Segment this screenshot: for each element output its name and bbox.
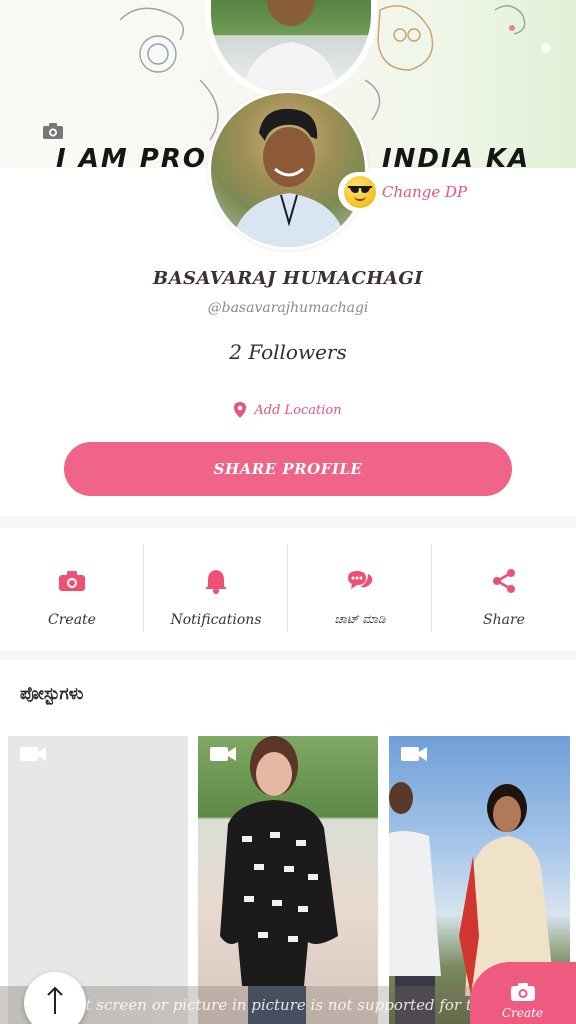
add-location-label: Add Location — [254, 402, 342, 418]
bell-icon — [205, 570, 227, 594]
cover-text-right: INDIA KA — [382, 144, 531, 168]
profile-name: BASAVARAJ HUMACHAGI — [152, 268, 424, 289]
video-icon — [20, 747, 46, 761]
split-screen-toast-text: Split screen or picture in picture is no… — [56, 996, 527, 1014]
change-dp-button[interactable]: Change DP — [338, 172, 518, 212]
profile-avatar[interactable] — [208, 90, 368, 250]
post-thumbnail[interactable] — [198, 736, 378, 1024]
section-divider — [0, 650, 576, 660]
cover-text-left: I AM PRO — [56, 144, 207, 168]
section-divider — [0, 516, 576, 528]
action-share-label: Share — [483, 612, 525, 628]
arrow-up-icon — [47, 986, 63, 1014]
chat-icon — [348, 571, 373, 589]
camera-icon — [511, 983, 535, 1001]
action-share[interactable]: Share — [432, 528, 576, 650]
camera-icon — [59, 571, 85, 591]
person-figure — [231, 108, 347, 247]
action-chat-label: ಚಾಟ್ ಮಾಡಿ — [334, 612, 386, 626]
profile-photo — [211, 93, 365, 247]
change-dp-label: Change DP — [382, 183, 468, 201]
share-icon — [493, 569, 515, 593]
action-chat[interactable]: ಚಾಟ್ ಮಾಡಿ — [288, 528, 432, 650]
followers-count[interactable]: 2 Followers — [0, 340, 576, 364]
cover-camera-icon[interactable] — [42, 122, 64, 140]
profile-handle: @basavarajhumachagi — [207, 300, 369, 316]
post-photo — [220, 736, 338, 1024]
video-icon — [210, 747, 236, 761]
profile-actions: Create Notifications ಚಾಟ್ ಮಾಡಿ Share — [0, 528, 576, 650]
action-create[interactable]: Create — [0, 528, 144, 650]
create-fab-label: Create — [502, 1006, 544, 1020]
add-location-link[interactable]: Add Location — [0, 402, 576, 418]
action-notifications[interactable]: Notifications — [144, 528, 288, 650]
sunglasses-emoji-icon — [344, 176, 376, 208]
create-fab-button[interactable]: Create — [470, 962, 576, 1024]
video-icon — [401, 747, 427, 761]
posts-section-title: ಪೋಸ್ಟುಗಳು — [20, 684, 84, 704]
action-create-label: Create — [48, 612, 96, 628]
action-notifications-label: Notifications — [170, 612, 262, 628]
share-profile-button[interactable]: SHARE PROFILE — [64, 442, 512, 496]
location-pin-icon — [234, 402, 247, 418]
